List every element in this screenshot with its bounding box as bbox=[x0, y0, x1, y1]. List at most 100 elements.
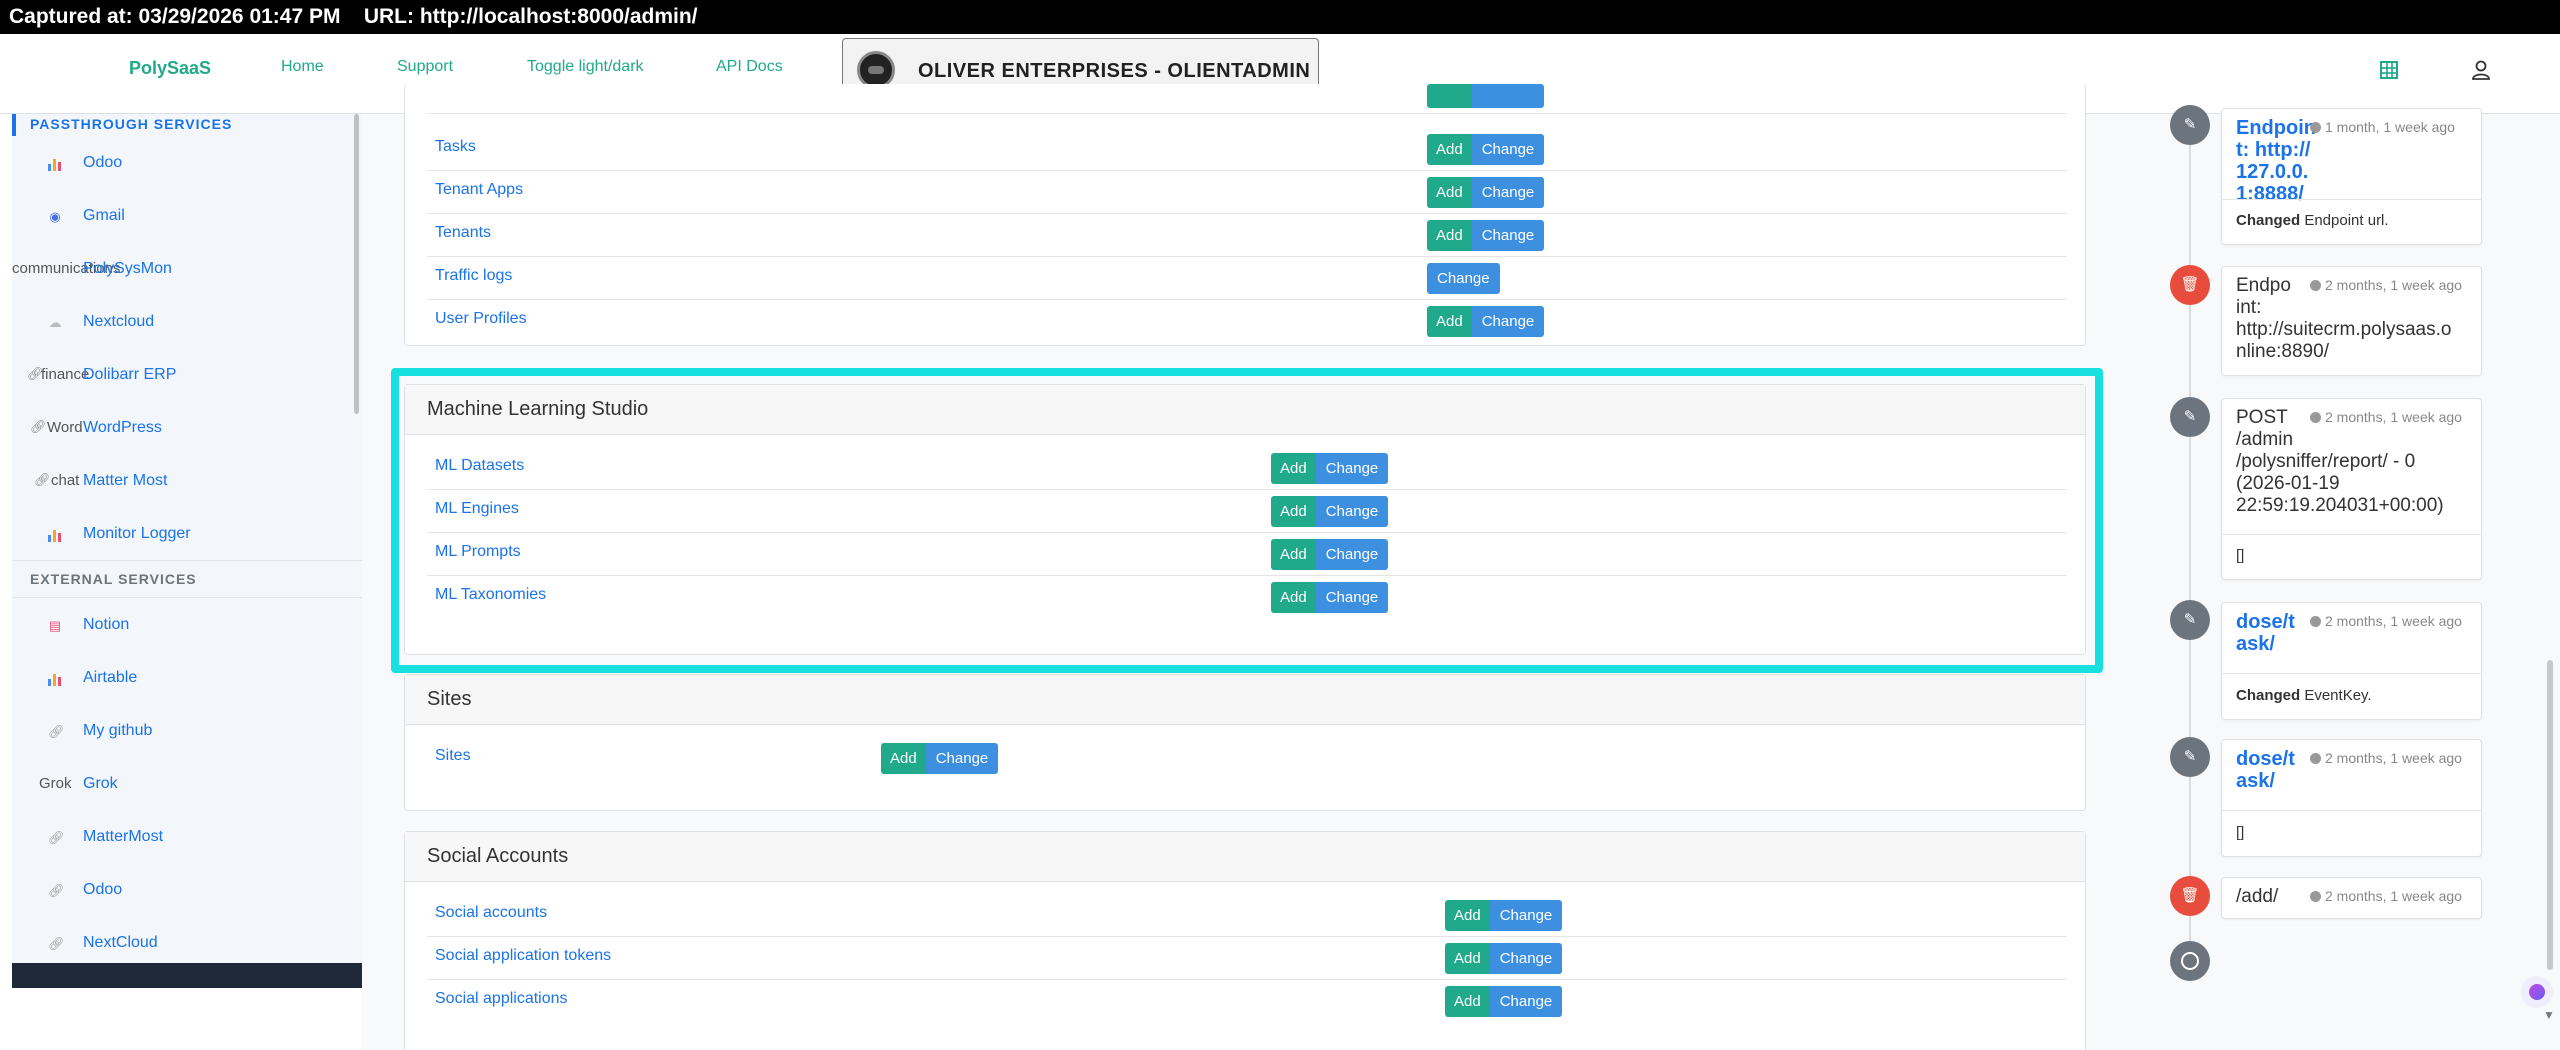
sidebar-item-prefix: Grok bbox=[39, 775, 72, 792]
module-title: Social Accounts bbox=[427, 845, 569, 867]
timeline-card-time: 1 month, 1 week ago bbox=[2310, 119, 2455, 135]
sidebar-item-dolibarr[interactable]: 🔗︎ finance Dolibarr ERP bbox=[0, 363, 362, 393]
timeline-time-text: 2 months, 1 week ago bbox=[2325, 613, 2462, 629]
divider bbox=[2222, 810, 2481, 811]
chart-bars-icon bbox=[48, 671, 63, 686]
change-button[interactable]: Change bbox=[1489, 943, 1563, 974]
nav-support-link[interactable]: Support bbox=[397, 58, 453, 76]
chevron-down-icon[interactable]: ▼ bbox=[2543, 1008, 2555, 1022]
tenant-name: OLIVER ENTERPRISES - OLIENTADMIN bbox=[918, 60, 1311, 82]
sidebar-section-passthrough: PASSTHROUGH SERVICES bbox=[30, 116, 233, 132]
link-icon: 🔗︎ bbox=[48, 936, 65, 951]
sidebar-scrollbar[interactable] bbox=[354, 114, 359, 414]
timeline-time-text: 2 months, 1 week ago bbox=[2325, 409, 2462, 425]
timeline-card-title[interactable]: dose/t ask/ bbox=[2236, 611, 2306, 655]
change-button[interactable]: Change bbox=[1489, 986, 1563, 1017]
nav-home-link[interactable]: Home bbox=[281, 58, 324, 76]
model-link-sites[interactable]: Sites bbox=[435, 747, 471, 765]
model-link-user-profiles[interactable]: User Profiles bbox=[435, 310, 527, 328]
sidebar-item-label: MatterMost bbox=[83, 828, 164, 845]
link-icon: 🔗︎ bbox=[34, 472, 51, 487]
sidebar: PASSTHROUGH SERVICES Odoo ◉ Gmail commun… bbox=[0, 114, 362, 1050]
timeline-card-title: /add/ bbox=[2236, 886, 2279, 907]
timeline-card: Endpo int: http://suitecrm.polysaas.o nline… bbox=[2221, 266, 2482, 376]
model-link-traffic-logs[interactable]: Traffic logs bbox=[435, 267, 512, 285]
add-button[interactable]: Add bbox=[1445, 986, 1490, 1017]
add-button[interactable]: Add bbox=[1427, 177, 1472, 208]
sidebar-item-grok[interactable]: Grok Grok bbox=[0, 772, 362, 802]
sidebar-item-polysysmon[interactable]: communications PolySysMon bbox=[0, 257, 362, 287]
sidebar-item-nextcloud-external[interactable]: 🔗︎ NextCloud bbox=[0, 931, 362, 961]
change-button[interactable]: Change bbox=[1427, 263, 1500, 294]
add-button[interactable]: Add bbox=[881, 743, 926, 774]
table-row: User Profiles Add Change bbox=[427, 300, 2067, 343]
sidebar-item-gmail[interactable]: ◉ Gmail bbox=[0, 204, 362, 234]
sidebar-item-nextcloud[interactable]: ☁ Nextcloud bbox=[0, 310, 362, 340]
timeline-card-title[interactable]: Endpoint: http://127.0.0.1:8888/ bbox=[2236, 117, 2316, 205]
module-header: Social Accounts bbox=[405, 832, 2085, 882]
change-button[interactable]: Change bbox=[1471, 220, 1545, 251]
grid-icon[interactable] bbox=[2380, 61, 2398, 79]
sidebar-item-odoo-external[interactable]: 🔗︎ Odoo bbox=[0, 878, 362, 908]
divider bbox=[2222, 199, 2481, 200]
sidebar-item-label: Notion bbox=[83, 616, 130, 633]
clock-icon bbox=[2310, 412, 2321, 423]
add-button[interactable]: Add bbox=[1445, 900, 1490, 931]
sidebar-item-label: Monitor Logger bbox=[83, 525, 191, 542]
timeline-card-time: 2 months, 1 week ago bbox=[2310, 277, 2462, 293]
nav-api-docs-link[interactable]: API Docs bbox=[716, 58, 783, 76]
brand-link[interactable]: PolySaaS bbox=[129, 58, 211, 79]
model-link-tasks[interactable]: Tasks bbox=[435, 138, 476, 156]
circle-dot-icon: ◉ bbox=[49, 209, 61, 224]
sidebar-item-airtable[interactable]: Airtable bbox=[0, 666, 362, 696]
model-link-social-applications[interactable]: Social applications bbox=[435, 990, 568, 1008]
table-row: Social applications Add Change bbox=[427, 980, 2067, 1023]
user-icon[interactable] bbox=[2470, 59, 2492, 81]
assistant-icon[interactable] bbox=[2521, 976, 2553, 1008]
add-button[interactable]: Add bbox=[1427, 306, 1472, 337]
sidebar-item-monitor-logger[interactable]: Monitor Logger bbox=[0, 522, 362, 552]
change-button[interactable]: Change bbox=[1489, 900, 1563, 931]
timeline-card: POST/admin/polysniffer/report/ - 0 (2026-… bbox=[2221, 398, 2482, 580]
change-button[interactable]: Change bbox=[1471, 177, 1545, 208]
timeline-card-body: [] bbox=[2236, 547, 2245, 564]
add-button[interactable]: Add bbox=[1427, 84, 1472, 108]
divider bbox=[2222, 534, 2481, 535]
page-scrollbar[interactable] bbox=[2547, 660, 2553, 970]
sidebar-item-mattermost[interactable]: 🔗︎ MatterMost bbox=[0, 825, 362, 855]
model-link-social-accounts[interactable]: Social accounts bbox=[435, 904, 547, 922]
table-row: Add Change bbox=[427, 84, 2067, 114]
model-link-tenants[interactable]: Tenants bbox=[435, 224, 491, 242]
change-button[interactable]: Change bbox=[1471, 134, 1545, 165]
delete-icon: 🗑︎ bbox=[2170, 265, 2210, 305]
sidebar-item-my-github[interactable]: 🔗︎ My github bbox=[0, 719, 362, 749]
module-social-accounts: Social Accounts Social accounts Add Chang… bbox=[404, 831, 2086, 1050]
clock-icon bbox=[2310, 753, 2321, 764]
sidebar-item-wordpress[interactable]: 🔗︎ Word WordPress bbox=[0, 416, 362, 446]
chart-bars-icon bbox=[48, 527, 63, 542]
add-button[interactable]: Add bbox=[1445, 943, 1490, 974]
module-header: Sites bbox=[405, 675, 2085, 725]
timeline-card-title[interactable]: dose/t ask/ bbox=[2236, 748, 2306, 792]
row-actions: Add Change bbox=[1427, 84, 1545, 115]
change-button[interactable]: Change bbox=[925, 743, 999, 774]
sidebar-item-matter-most[interactable]: 🔗︎ chat Matter Most bbox=[0, 469, 362, 499]
sidebar-item-odoo[interactable]: Odoo bbox=[0, 151, 362, 181]
sidebar-item-notion[interactable]: ▤ Notion bbox=[0, 613, 362, 643]
table-row: Tenants Add Change bbox=[427, 214, 2067, 257]
model-link-tenant-apps[interactable]: Tenant Apps bbox=[435, 181, 523, 199]
link-icon: 🔗︎ bbox=[48, 830, 65, 845]
timeline-card: Endpoint: http://127.0.0.1:8888/ 1 month… bbox=[2221, 108, 2482, 245]
add-button[interactable]: Add bbox=[1427, 220, 1472, 251]
edit-icon: ✎ bbox=[2170, 105, 2210, 145]
link-icon: 🔗︎ bbox=[48, 724, 65, 739]
nav-toggle-theme-link[interactable]: Toggle light/dark bbox=[527, 58, 644, 76]
change-button[interactable]: Change bbox=[1471, 84, 1545, 108]
capture-banner: Captured at: 03/29/2026 01:47 PM URL: ht… bbox=[0, 0, 2560, 34]
timeline-time-text: 1 month, 1 week ago bbox=[2325, 119, 2455, 135]
clock-icon bbox=[2310, 616, 2321, 627]
change-button[interactable]: Change bbox=[1471, 306, 1545, 337]
module-core: Add Change Tasks AddChange Tenant Apps A… bbox=[404, 84, 2086, 346]
add-button[interactable]: Add bbox=[1427, 134, 1472, 165]
model-link-social-application-tokens[interactable]: Social application tokens bbox=[435, 947, 611, 965]
